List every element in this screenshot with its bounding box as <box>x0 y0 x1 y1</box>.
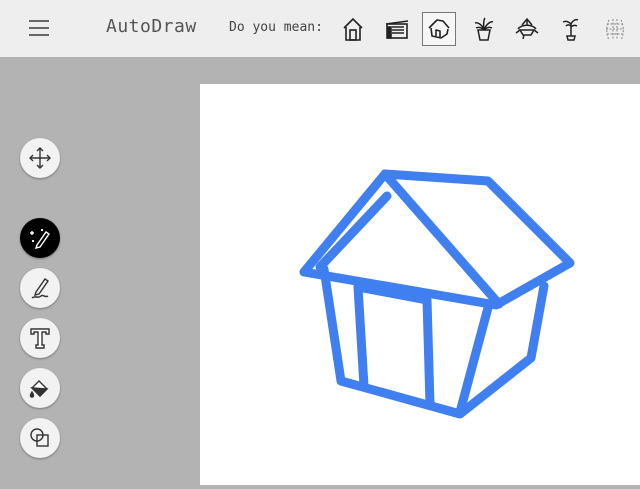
draw-icon <box>31 278 49 299</box>
suggestion-shed[interactable] <box>380 12 414 46</box>
shape-icon <box>30 428 49 447</box>
move-tool-button[interactable] <box>20 138 60 178</box>
fill-tool-button[interactable] <box>20 368 60 408</box>
house-drawing <box>299 169 575 419</box>
top-bar: AutoDraw Do you mean: <box>0 0 640 57</box>
potted-plant-icon <box>474 17 494 41</box>
shed-icon <box>385 20 409 39</box>
text-icon <box>30 328 50 349</box>
tall-house-icon <box>343 17 363 41</box>
suggestion-tall-house[interactable] <box>336 12 370 46</box>
suggestion-hanging-plant[interactable] <box>510 12 544 46</box>
pattern-icon <box>606 19 624 41</box>
drawing-canvas[interactable] <box>200 84 640 485</box>
fill-icon <box>29 380 49 398</box>
menu-icon[interactable] <box>26 17 52 39</box>
palm-plant-icon <box>562 18 579 41</box>
draw-tool-button[interactable] <box>20 268 60 308</box>
suggestion-palm-plant[interactable] <box>554 12 588 46</box>
suggestion-house[interactable] <box>422 12 456 46</box>
hanging-plant-icon <box>515 17 539 40</box>
autodraw-tool-button[interactable] <box>20 218 60 258</box>
shape-tool-button[interactable] <box>20 418 60 458</box>
suggestion-potted-plant[interactable] <box>467 12 501 46</box>
text-tool-button[interactable] <box>20 318 60 358</box>
house-icon <box>428 19 450 39</box>
suggestion-label: Do you mean: <box>229 20 323 35</box>
autodraw-icon <box>30 229 50 249</box>
suggestion-pattern[interactable] <box>598 12 632 46</box>
move-icon <box>29 147 51 169</box>
app-title: AutoDraw <box>106 16 197 37</box>
